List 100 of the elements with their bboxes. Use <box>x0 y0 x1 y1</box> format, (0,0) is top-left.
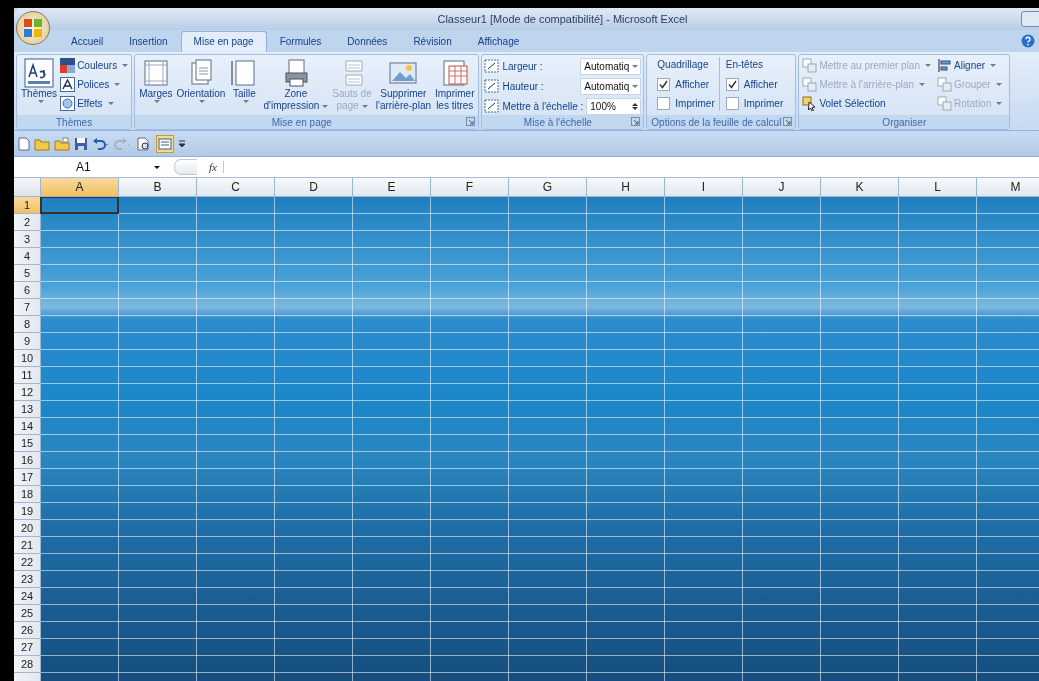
row-header[interactable]: 28 <box>14 656 41 673</box>
row-header[interactable]: 15 <box>14 435 41 452</box>
column-header[interactable]: L <box>899 178 977 197</box>
row-header[interactable]: 18 <box>14 486 41 503</box>
group-label: Organiser <box>882 116 927 128</box>
customize-toolbar-icon[interactable] <box>178 138 186 149</box>
ribbon-tab[interactable]: Affichage <box>464 31 533 52</box>
option-checkbox[interactable]: Imprimer <box>657 95 715 111</box>
row-header[interactable]: 8 <box>14 316 41 333</box>
column-header[interactable]: F <box>431 178 509 197</box>
row-header[interactable]: 11 <box>14 367 41 384</box>
column-header[interactable]: B <box>119 178 197 197</box>
office-button[interactable] <box>16 11 50 45</box>
page-setup-button[interactable]: Imprimer les titres <box>433 57 477 113</box>
resize-handle[interactable] <box>174 159 197 175</box>
theme-menu-button[interactable]: Polices <box>59 76 130 93</box>
insert-function-button[interactable]: fx <box>197 161 224 173</box>
checkbox[interactable] <box>725 96 739 110</box>
row-header[interactable]: 21 <box>14 537 41 554</box>
row-header[interactable]: 10 <box>14 350 41 367</box>
ribbon-tab[interactable]: Accueil <box>58 31 117 52</box>
dialog-launcher-icon[interactable] <box>783 117 793 126</box>
column-header[interactable]: M <box>977 178 1039 197</box>
row-header[interactable]: 9 <box>14 333 41 350</box>
theme-menu-button[interactable]: Couleurs <box>59 57 130 74</box>
page-setup-button[interactable]: Supprimer l'arrière-plan <box>373 57 433 113</box>
page-setup-button[interactable]: Orientation <box>174 57 228 104</box>
help-icon[interactable] <box>1021 34 1035 48</box>
column-header[interactable]: C <box>197 178 275 197</box>
ribbon-tab[interactable]: Formules <box>266 31 335 52</box>
column-header[interactable]: J <box>743 178 821 197</box>
select-all-button[interactable] <box>14 178 41 197</box>
theme-menu-button[interactable]: Effets <box>59 95 130 112</box>
row-header[interactable]: 12 <box>14 384 41 401</box>
scale-dropdown[interactable]: Automatiq <box>580 57 642 75</box>
row-header[interactable]: 17 <box>14 469 41 486</box>
row-header[interactable]: 14 <box>14 418 41 435</box>
themes-button[interactable]: Thèmes <box>19 57 60 104</box>
column-header[interactable]: D <box>275 178 353 197</box>
name-box[interactable]: A1 <box>14 160 164 174</box>
column-header[interactable]: G <box>509 178 587 197</box>
minimize-button[interactable] <box>1021 11 1039 27</box>
column-header[interactable]: E <box>353 178 431 197</box>
ribbon-tab[interactable]: Révision <box>400 31 465 52</box>
page-setup-button[interactable]: Marges <box>137 57 175 104</box>
option-checkbox[interactable]: Imprimer <box>725 95 784 111</box>
row-header[interactable]: 13 <box>14 401 41 418</box>
align-icon <box>937 58 952 73</box>
column-header[interactable]: H <box>587 178 665 197</box>
save-icon[interactable] <box>74 136 88 151</box>
column-header[interactable]: A <box>41 178 119 197</box>
row-header[interactable]: 22 <box>14 554 41 571</box>
scale-label: Hauteur : <box>502 80 545 92</box>
row-header[interactable]: 20 <box>14 520 41 537</box>
row-header[interactable]: 27 <box>14 639 41 656</box>
new-file-icon[interactable] <box>18 136 30 151</box>
scale-dropdown[interactable]: Automatiq <box>580 77 642 95</box>
checkbox[interactable] <box>725 77 739 91</box>
page-scale-icon <box>484 99 500 113</box>
window-title: Classeur1 [Mode de compatibilité] - Microsoft Excel <box>436 13 689 25</box>
ribbon-tab[interactable]: Insertion <box>116 31 181 52</box>
row-header[interactable]: 6 <box>14 282 41 299</box>
arrange-button[interactable]: Volet Sélection <box>801 95 932 112</box>
row-header[interactable]: 19 <box>14 503 41 520</box>
row-header[interactable]: 24 <box>14 588 41 605</box>
column-header[interactable]: K <box>821 178 899 197</box>
themes-icon <box>24 58 55 88</box>
checkmark-icon <box>727 79 737 89</box>
page-setup-button[interactable]: Zone d'impression <box>261 57 331 113</box>
checkbox[interactable] <box>657 96 671 110</box>
page-scale-icon <box>484 59 500 73</box>
dialog-launcher-icon[interactable] <box>631 117 641 126</box>
group-icon <box>937 77 952 92</box>
print-preview-icon[interactable] <box>136 136 152 151</box>
row-header[interactable]: 23 <box>14 571 41 588</box>
row-header[interactable]: 25 <box>14 605 41 622</box>
color-swatch-icon <box>60 58 76 73</box>
row-header[interactable]: 5 <box>14 265 41 282</box>
folder-icon[interactable] <box>54 136 70 151</box>
row-header[interactable]: 2 <box>14 214 41 231</box>
row-header[interactable]: 7 <box>14 299 41 316</box>
ribbon-tab[interactable]: Données <box>334 31 401 52</box>
row-header[interactable]: 26 <box>14 622 41 639</box>
ribbon-tab[interactable]: Mise en page <box>180 31 267 52</box>
page-setup-button[interactable]: Taille <box>227 57 262 104</box>
column-header[interactable]: I <box>665 178 743 197</box>
folder-icon[interactable] <box>34 136 50 151</box>
row-header[interactable]: 4 <box>14 248 41 265</box>
checkbox[interactable] <box>657 77 671 91</box>
option-checkbox[interactable]: Afficher <box>725 76 784 92</box>
dialog-launcher-icon[interactable] <box>466 117 476 126</box>
undo-icon[interactable] <box>92 136 110 151</box>
row-header[interactable]: 16 <box>14 452 41 469</box>
scale-spinner[interactable]: 100% <box>586 97 642 115</box>
row-header[interactable]: 3 <box>14 231 41 248</box>
active-cell[interactable] <box>40 197 119 214</box>
row-header[interactable]: 1 <box>14 197 41 214</box>
arrange-button[interactable]: Aligner <box>936 57 1004 74</box>
option-checkbox[interactable]: Afficher <box>657 76 715 92</box>
scale-label: Mettre à l'échelle : <box>502 100 584 112</box>
